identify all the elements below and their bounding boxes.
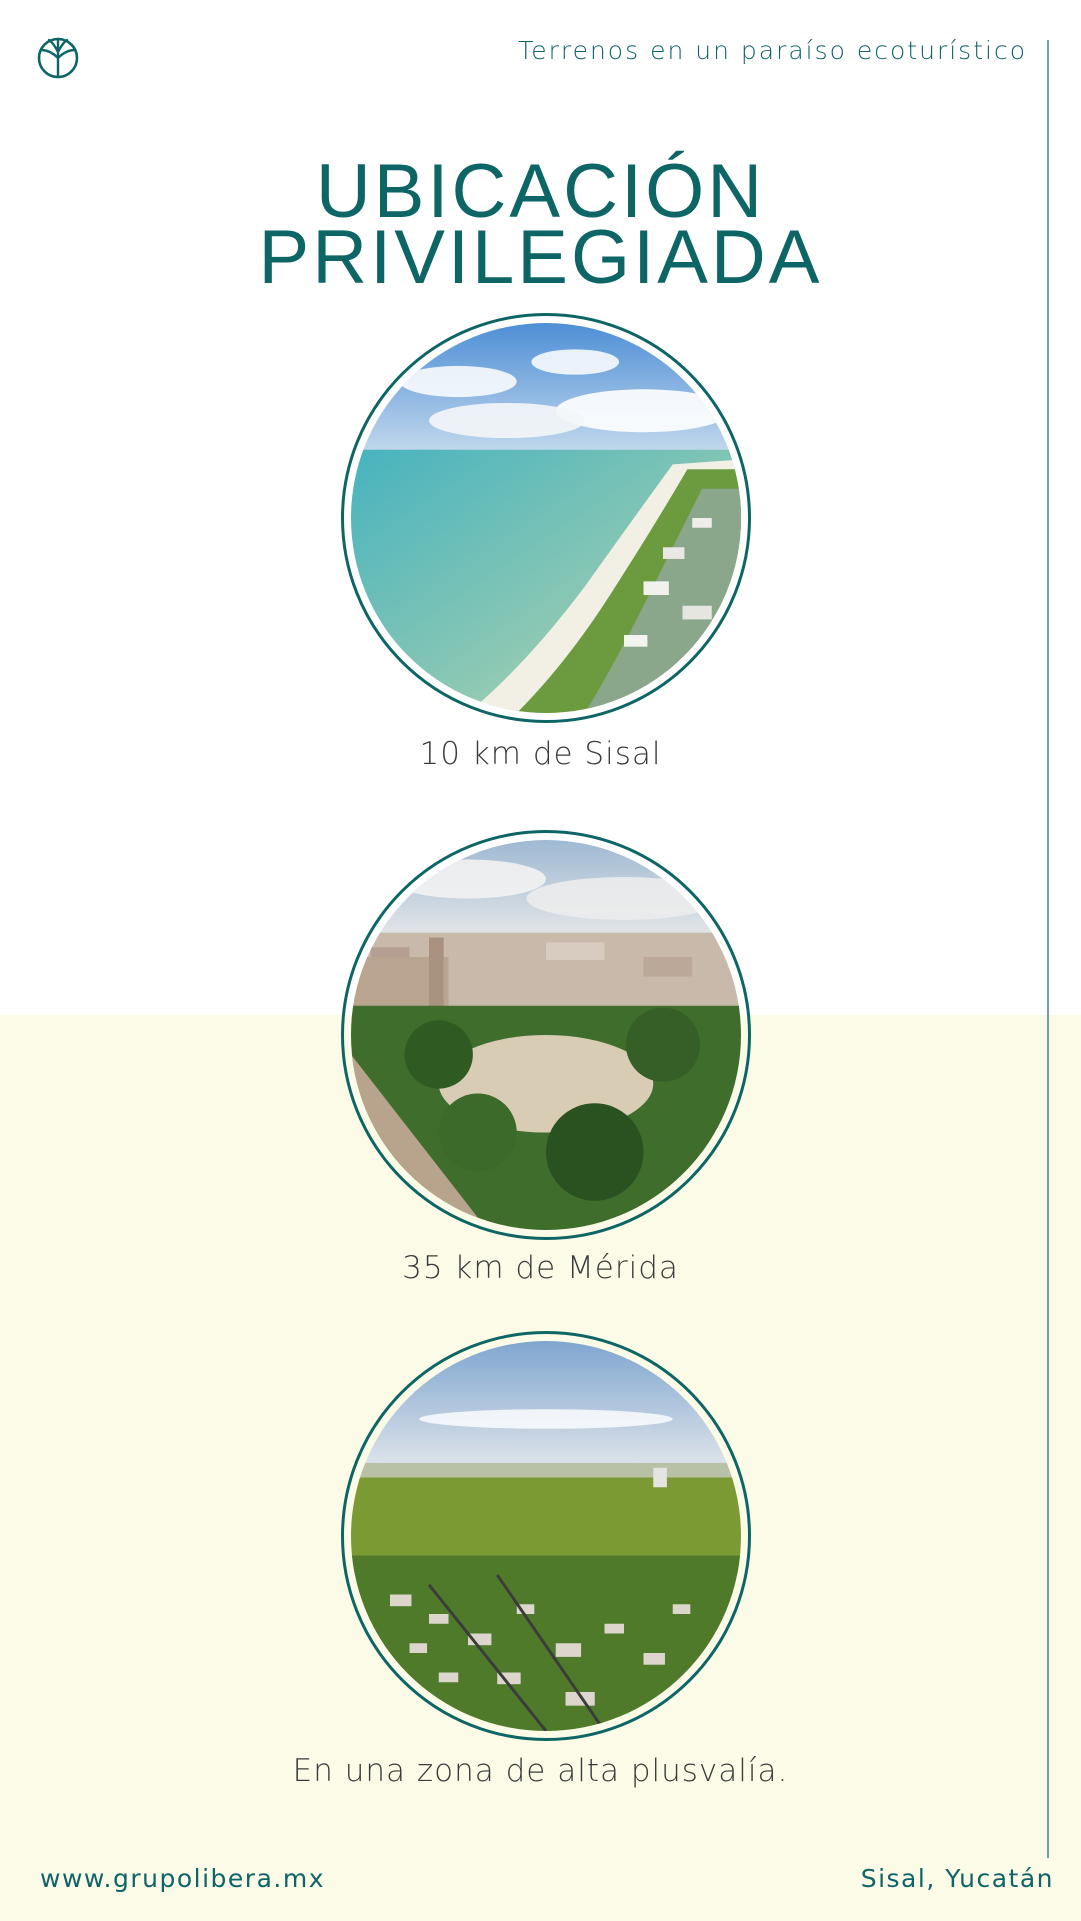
page-title: UBICACIÓN PRIVILEGIADA xyxy=(0,153,1081,300)
tree-circle-icon xyxy=(37,37,79,79)
location-caption-3: En una zona de alta plusvalía. xyxy=(292,1753,789,1789)
location-caption-1: 10 km de Sisal xyxy=(419,736,662,772)
website-link[interactable]: www.grupolibera.mx xyxy=(40,1864,325,1893)
city-plaza-aerial-photo xyxy=(341,830,751,1240)
location-label: Sisal, Yucatán xyxy=(860,1864,1054,1893)
beach-aerial-photo xyxy=(341,313,751,723)
location-caption-2: 35 km de Mérida xyxy=(402,1250,679,1286)
tagline: Terrenos en un paraíso ecoturístico xyxy=(518,36,1027,65)
title-line-2: PRIVILEGIADA xyxy=(258,214,823,300)
vertical-divider xyxy=(1047,40,1049,1858)
suburb-aerial-photo xyxy=(341,1331,751,1741)
